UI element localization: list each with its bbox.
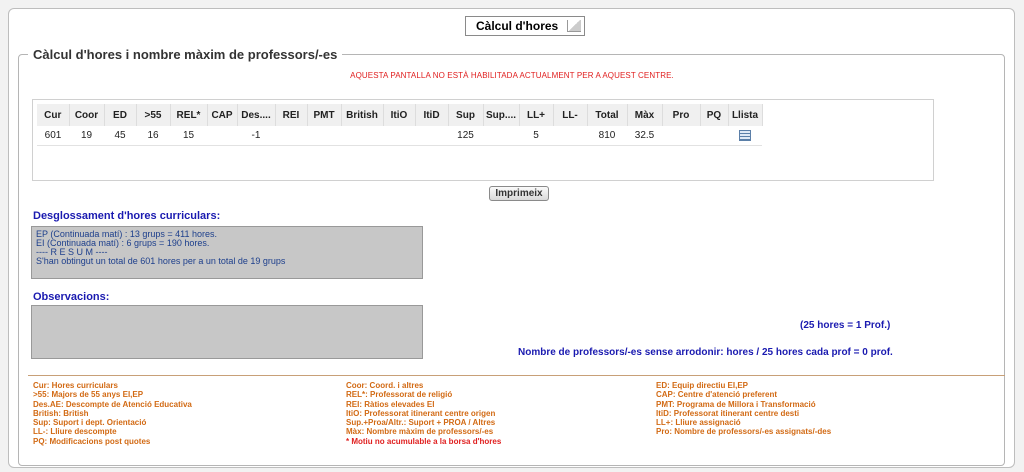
column-header[interactable]: Llista <box>728 104 763 126</box>
table-cell: 5 <box>519 126 553 146</box>
table-cell <box>275 126 307 146</box>
desglossament-line: S'han obtingut un total de 601 hores per… <box>36 256 286 266</box>
legend-item: PQ: Modificacions post quotes <box>33 436 151 446</box>
table-cell: 15 <box>170 126 207 146</box>
legend-item: ItiO: Professorat itinerant centre orige… <box>346 408 496 418</box>
hours-table: Cur Coor ED >55 REL* CAP Des.... REI PMT British I… <box>37 104 763 146</box>
table-cell: 125 <box>448 126 483 146</box>
grid-header-row: Cur Coor ED >55 REL* CAP Des.... REI PMT British I… <box>37 104 763 126</box>
observacions-textarea[interactable] <box>31 305 423 359</box>
desglossament-title: Desglossament d'hores curriculars: <box>33 210 221 222</box>
legend-item: Pro: Nombre de professors/-es assignats/… <box>656 427 832 437</box>
legend-item: >55: Majors de 55 anys EI,EP <box>33 390 144 400</box>
column-header[interactable]: CAP <box>207 104 238 126</box>
tab-calcul-hores[interactable]: Càlcul d'hores <box>465 16 586 36</box>
table-cell <box>553 126 587 146</box>
column-header[interactable]: LL- <box>553 104 588 126</box>
column-header[interactable]: REL* <box>170 104 208 126</box>
table-cell: 19 <box>69 126 104 146</box>
column-header[interactable]: Pro <box>662 104 701 126</box>
column-header[interactable]: Cur <box>37 104 70 126</box>
column-header[interactable]: Sup.... <box>483 104 520 126</box>
legend-column-3: ED: Equip directiu EI,EP CAP: Centre d'at… <box>656 381 831 437</box>
column-header[interactable]: Coor <box>69 104 105 126</box>
table-cell: 810 <box>587 126 627 146</box>
legend-item: REL*: Professorat de religió <box>346 390 453 400</box>
column-header[interactable]: ItiO <box>383 104 416 126</box>
legend-item: ItiD: Professorat itinerant centre desti <box>656 408 800 418</box>
table-row[interactable]: 601 19 45 16 15 -1 125 5 810 32.5 <box>37 126 762 146</box>
legend-item: Màx: Nombre màxim de professors/-es <box>346 427 494 437</box>
column-header[interactable]: >55 <box>136 104 171 126</box>
table-cell <box>307 126 341 146</box>
legend-column-1: Cur: Hores curriculars >55: Majors de 55 … <box>33 381 192 446</box>
legend-item: CAP: Centre d'atenció preferent <box>656 390 778 400</box>
legend-item: Sup: Suport i dept. Orientació <box>33 418 147 428</box>
page-corner-icon <box>567 20 582 32</box>
ratio-note: (25 hores = 1 Prof.) <box>800 320 891 331</box>
table-cell <box>700 126 728 146</box>
legend-item: British: British <box>33 408 89 418</box>
legend-item: Des.AE: Descompte de Atenció Educativa <box>33 399 192 409</box>
column-header[interactable]: ItiD <box>415 104 449 126</box>
observacions-title: Observacions: <box>33 291 110 303</box>
table-cell: 16 <box>136 126 170 146</box>
column-header[interactable]: Màx <box>627 104 663 126</box>
desglossament-box: EP (Continuada matí) : 13 grups = 411 ho… <box>31 226 423 279</box>
legend-column-2: Coor: Coord. i altres REL*: Professorat d… <box>346 381 501 446</box>
legend-item: LL-: Lliure descompte <box>33 427 117 437</box>
column-header[interactable]: PMT <box>307 104 342 126</box>
column-header[interactable]: ED <box>104 104 137 126</box>
table-cell: 601 <box>37 126 69 146</box>
table-cell <box>728 126 762 146</box>
column-header[interactable]: Total <box>587 104 628 126</box>
column-header[interactable]: Sup <box>448 104 484 126</box>
table-cell <box>415 126 448 146</box>
table-cell: -1 <box>237 126 275 146</box>
table-cell: 45 <box>104 126 136 146</box>
hours-grid: Cur Coor ED >55 REL* CAP Des.... REI PMT British I… <box>32 99 934 181</box>
table-cell <box>207 126 237 146</box>
tab-title-label: Càlcul d'hores <box>476 19 559 33</box>
legend-separator <box>28 375 1005 376</box>
legend-item: PMT: Programa de Millora i Transformació <box>656 399 816 409</box>
table-cell: 32.5 <box>627 126 662 146</box>
legend-item: Cur: Hores curriculars <box>33 381 118 390</box>
legend-item: Sup.+Proa/Altr.: Suport + PROA / Altres <box>346 418 496 428</box>
legend-item: ED: Equip directiu EI,EP <box>656 381 749 390</box>
column-header[interactable]: LL+ <box>519 104 554 126</box>
column-header[interactable]: REI <box>275 104 308 126</box>
column-header[interactable]: Des.... <box>237 104 276 126</box>
summary-note: Nombre de professors/-es sense arrodonir… <box>518 347 893 358</box>
legend-item: REI: Ràtios elevades EI <box>346 399 435 409</box>
table-cell <box>662 126 700 146</box>
table-cell <box>483 126 519 146</box>
document-list-icon[interactable] <box>739 129 751 141</box>
legend-item: Coor: Coord. i altres <box>346 381 424 390</box>
table-cell <box>341 126 383 146</box>
legend-item: LL+: Lliure assignació <box>656 418 741 428</box>
section-legend: Càlcul d'hores i nombre màxim de profess… <box>28 47 343 62</box>
legend-item: * Motiu no acumulable a la borsa d'hores <box>346 436 502 446</box>
warning-message: AQUESTA PANTALLA NO ESTÀ HABILITADA ACTU… <box>350 71 674 80</box>
table-cell <box>383 126 415 146</box>
column-header[interactable]: PQ <box>700 104 729 126</box>
print-button[interactable]: Imprimeix <box>489 186 549 201</box>
column-header[interactable]: British <box>341 104 384 126</box>
